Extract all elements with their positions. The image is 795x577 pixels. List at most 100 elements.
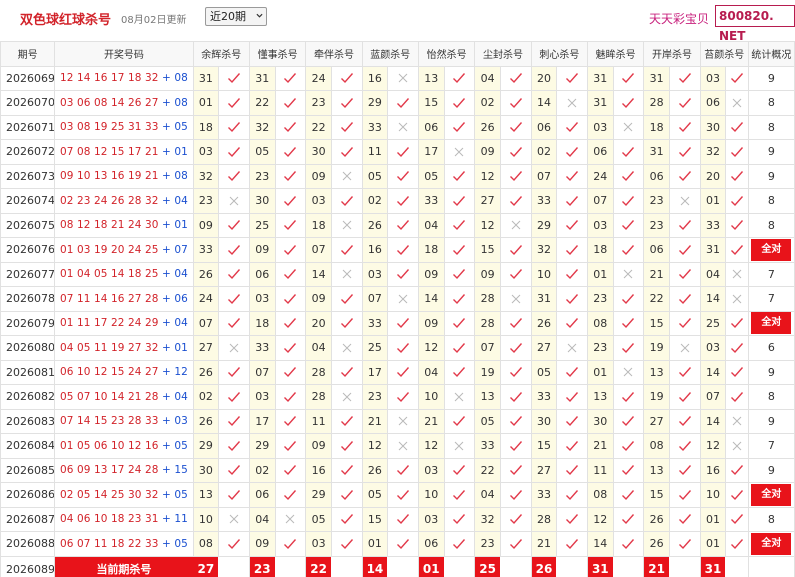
result-mark [499,65,532,91]
result-mark [725,139,749,165]
result-mark [499,261,532,287]
result-mark [499,482,532,508]
result-mark [387,384,419,410]
kill-number: 02 [192,384,220,410]
result-mark [668,261,701,287]
red-balls: 07 08 12 15 17 21 [59,145,159,158]
result-mark [443,457,476,483]
kill-number: 33 [417,188,445,214]
result-mark [218,433,250,459]
plus-sign: + [158,513,175,526]
empty-cell [218,555,250,577]
plus-sign: + [158,121,175,134]
result-mark [274,90,307,116]
stat-summary: 7 [747,286,795,312]
result-mark [218,261,250,287]
issue-number: 2026075 [0,212,56,238]
kill-number: 18 [587,237,614,263]
check-icon [284,269,297,280]
kill-number: 21 [417,408,445,434]
kill-number: 23 [643,188,670,214]
check-icon [566,220,579,231]
stat-summary: 9 [747,457,795,483]
result-mark [668,212,701,238]
check-icon [340,538,353,549]
draw-numbers: 03 06 08 14 26 27 + 08 [54,90,194,116]
cross-icon [342,269,352,279]
check-icon [397,465,410,476]
period-select[interactable]: 近20期 [205,7,267,26]
check-icon [397,318,410,329]
kill-number: 01 [587,261,614,287]
table-row: 2026070 03 06 08 14 26 27 + 08 01 22 23 29 15 0… [0,90,795,116]
kill-number: 06 [248,482,276,508]
kill-number: 29 [361,90,389,116]
kill-number: 03 [192,139,220,165]
red-balls: 05 07 10 14 21 28 [59,390,159,403]
kill-number: 33 [530,482,558,508]
check-icon [284,465,297,476]
check-icon [284,367,297,378]
result-mark [499,163,532,189]
result-mark [612,408,645,434]
issue-number: 2026079 [0,310,56,336]
draw-numbers: 02 05 14 25 30 32 + 05 [54,482,194,508]
kill-number: 21 [587,433,614,459]
result-mark [387,506,419,532]
table-row: 2026078 07 11 14 16 27 28 + 06 24 03 09 07 14 2… [0,286,795,312]
result-mark [725,188,749,214]
result-mark [668,482,701,508]
kill-number: 02 [248,457,276,483]
result-mark [387,531,419,557]
kill-number: 23 [587,286,614,312]
check-icon [566,391,579,402]
kill-number: 18 [643,114,670,140]
result-mark [274,188,307,214]
kill-number: 04 [417,212,445,238]
kill-number: 25 [361,335,389,361]
red-balls: 02 05 14 25 30 32 [59,488,159,501]
column-header: 统计概况 [747,41,795,67]
result-mark [218,90,250,116]
check-icon [397,97,410,108]
site-domain-badge[interactable]: 800820. NET [715,5,795,43]
draw-numbers: 04 05 11 19 27 32 + 01 [54,335,194,361]
plus-sign: + [158,243,175,256]
kill-number: 27 [192,335,220,361]
kill-number: 33 [474,433,501,459]
result-mark [612,163,645,189]
check-icon [228,171,241,182]
cross-icon [286,514,295,524]
result-mark [612,261,645,287]
kill-number: 18 [248,310,276,336]
result-mark [499,90,532,116]
result-mark [668,139,701,165]
site-name-link[interactable]: 天天彩宝贝 [649,10,709,27]
result-mark [218,384,250,410]
check-icon [509,73,522,84]
result-mark [612,482,645,508]
red-balls: 06 07 11 18 22 33 [59,537,159,550]
check-icon [397,220,410,231]
result-mark [330,310,363,336]
cross-icon [398,122,408,132]
result-mark [612,310,645,336]
stat-summary: 9 [747,139,795,165]
cross-icon [342,220,352,230]
kill-number: 17 [248,408,276,434]
result-mark [274,531,307,557]
check-icon [228,244,241,255]
cross-icon [229,514,239,524]
cross-icon [567,98,577,108]
empty-cell [387,555,419,577]
result-mark [443,408,476,434]
column-header: 余辉杀号 [192,41,250,67]
cross-icon [455,441,464,451]
result-mark [443,65,476,91]
check-icon [340,318,353,329]
check-icon [228,367,241,378]
kill-number: 33 [248,335,276,361]
kill-number: 13 [643,359,670,385]
issue-number: 2026087 [0,506,56,532]
kill-number: 27 [530,335,558,361]
